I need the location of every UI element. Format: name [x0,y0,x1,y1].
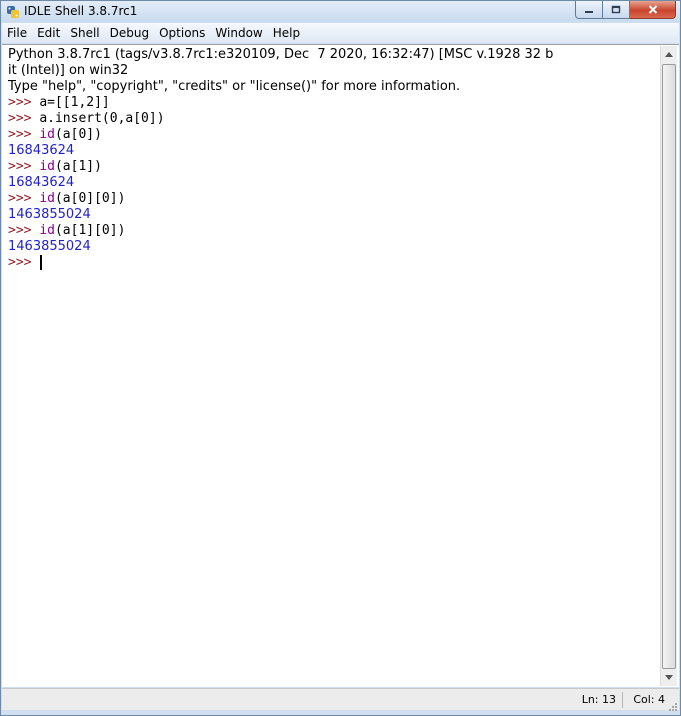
idle-shell-window: IDLE Shell 3.8.7rc1 File Edit Shell Debug Op… [0,0,681,716]
status-divider [622,692,623,708]
input-code: (a[0][0]) [54,191,126,206]
input-line: >>> id(a[1][0]) [8,223,653,239]
python-idle-icon [6,4,20,18]
output-line: 16843624 [8,175,75,190]
menu-edit[interactable]: Edit [32,24,65,43]
prompt: >>> [8,159,40,174]
input-line: >>> id(a[0][0]) [8,191,653,207]
banner-line: it (Intel)] on win32 [8,63,129,78]
resize-grip-icon[interactable] [666,697,678,711]
close-button[interactable] [630,1,676,19]
minimize-icon [585,10,593,13]
input-line: >>> id(a[1]) [8,159,653,175]
output-line: 1463855024 [8,239,91,254]
menu-help[interactable]: Help [268,24,305,43]
window-title: IDLE Shell 3.8.7rc1 [24,4,138,18]
menu-bar: File Edit Shell Debug Options Window Help [2,23,679,43]
scroll-up-button[interactable] [661,46,677,63]
prompt: >>> [8,95,40,110]
builtin-function: id [39,191,55,206]
input-line: >>> a=[[1,2]] [8,95,653,111]
caption-buttons [575,1,676,19]
shell-editor[interactable]: Python 3.8.7rc1 (tags/v3.8.7rc1:e320109,… [2,44,679,687]
shell-history: >>> a=[[1,2]] >>> a.insert(0,a[0]) >>> id(… [8,95,653,255]
builtin-function: id [39,159,55,174]
title-bar[interactable]: IDLE Shell 3.8.7rc1 [1,1,680,22]
input-line: >>> id(a[0]) [8,127,653,143]
input-code: (a[1][0]) [54,223,126,238]
input-code: (a[1]) [54,159,102,174]
status-line-number: Ln: 13 [581,693,616,706]
output-line: 16843624 [8,143,75,158]
input-line: >>> a.insert(0,a[0]) [8,111,653,127]
banner-line: Python 3.8.7rc1 (tags/v3.8.7rc1:e320109,… [8,47,554,62]
prompt: >>> [8,127,40,142]
menu-shell[interactable]: Shell [65,24,104,43]
maximize-button[interactable] [603,1,630,19]
menu-window[interactable]: Window [210,24,267,43]
input-code: a=[[1,2]] [39,95,110,110]
maximize-icon [611,5,621,14]
banner-line: Type "help", "copyright", "credits" or "… [8,79,461,94]
text-cursor [40,255,43,270]
input-code: a.insert(0,a[0]) [39,111,165,126]
vertical-scrollbar[interactable] [660,46,677,686]
status-bar: Ln: 13 Col: 4 [2,688,679,711]
prompt: >>> [8,255,40,270]
minimize-button[interactable] [575,1,603,19]
builtin-function: id [39,223,55,238]
menu-file[interactable]: File [2,24,32,43]
prompt: >>> [8,111,40,126]
prompt: >>> [8,223,40,238]
prompt: >>> [8,191,40,206]
arrow-down-icon [665,675,673,680]
shell-text-area[interactable]: Python 3.8.7rc1 (tags/v3.8.7rc1:e320109,… [8,47,653,683]
menu-debug[interactable]: Debug [105,24,154,43]
menu-options[interactable]: Options [154,24,210,43]
scroll-down-button[interactable] [661,669,677,686]
arrow-up-icon [665,52,673,57]
input-code: (a[0]) [54,127,102,142]
status-column-number: Col: 4 [633,693,665,706]
current-prompt-line[interactable]: >>> [8,255,653,271]
output-line: 1463855024 [8,207,91,222]
builtin-function: id [39,127,55,142]
close-icon [648,5,657,14]
scroll-thumb[interactable] [662,64,676,669]
